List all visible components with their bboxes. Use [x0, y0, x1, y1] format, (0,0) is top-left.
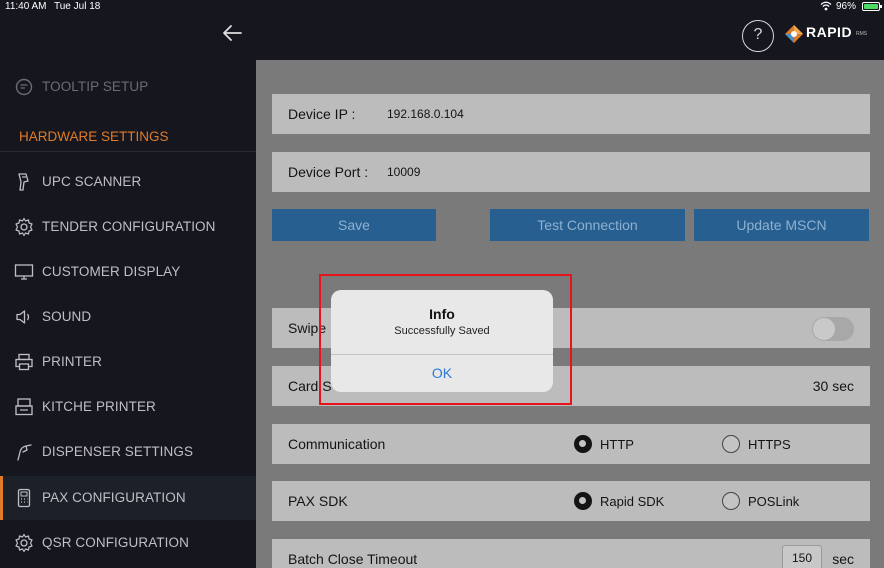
sidebar-item-label: UPC SCANNER: [42, 174, 142, 189]
divider: [0, 151, 256, 152]
batch-close-row: Batch Close Timeout 150 sec: [272, 539, 870, 568]
sidebar-item-dispenser-settings[interactable]: DISPENSER SETTINGS: [0, 430, 256, 474]
sidebar-item-label: DISPENSER SETTINGS: [42, 444, 194, 459]
sidebar-item-label: CUSTOMER DISPLAY: [42, 264, 181, 279]
status-bar: 11:40 AM Tue Jul 18 96%: [0, 0, 884, 14]
rapid-sdk-label: Rapid SDK: [600, 494, 665, 509]
https-label: HTTPS: [748, 437, 791, 452]
rapid-rms-logo: RAPID RMS: [784, 22, 880, 46]
top-header: ? RAPID RMS: [0, 14, 884, 60]
sidebar-item-tender-configuration[interactable]: TENDER CONFIGURATION: [0, 205, 256, 249]
device-ip-input[interactable]: 192.168.0.104: [387, 107, 464, 121]
sidebar-item-printer[interactable]: PRINTER: [0, 340, 256, 384]
device-ip-label: Device IP :: [288, 106, 356, 122]
card-timeout-value[interactable]: 30 sec: [813, 378, 854, 394]
tooltip-icon: [15, 78, 33, 96]
https-radio[interactable]: [722, 435, 740, 453]
test-connection-button[interactable]: Test Connection: [490, 209, 685, 241]
section-title-hardware: HARDWARE SETTINGS: [19, 129, 169, 144]
pax-sdk-row: PAX SDK Rapid SDK POSLink: [272, 481, 870, 521]
logo-mark-icon: [785, 25, 803, 43]
speaker-icon: [16, 310, 30, 324]
gear-icon: [15, 533, 33, 553]
sidebar-item-qsr-configuration[interactable]: QSR CONFIGURATION: [0, 521, 256, 565]
swipe-toggle[interactable]: [812, 317, 854, 341]
sidebar-item-label: SOUND: [42, 309, 92, 324]
highlight-box: [319, 274, 572, 405]
sidebar-item-pax-configuration[interactable]: PAX CONFIGURATION: [0, 476, 256, 520]
logo-text: RAPID: [806, 24, 853, 40]
battery-percent: 96%: [836, 1, 857, 12]
kitchen-printer-icon: [15, 398, 33, 416]
device-ip-row[interactable]: Device IP : 192.168.0.104: [272, 94, 870, 134]
rapid-sdk-radio[interactable]: [574, 492, 592, 510]
communication-row: Communication HTTP HTTPS: [272, 424, 870, 464]
status-date: Tue Jul 18: [54, 1, 101, 12]
sidebar-item-customer-display[interactable]: CUSTOMER DISPLAY: [0, 250, 256, 294]
gear-icon: [15, 217, 33, 237]
sidebar-item-label: TENDER CONFIGURATION: [42, 219, 216, 234]
sidebar-item-sound[interactable]: SOUND: [0, 295, 256, 339]
communication-label: Communication: [288, 436, 386, 452]
sidebar-item-upc-scanner[interactable]: UPC SCANNER: [0, 160, 256, 204]
help-button[interactable]: ?: [742, 20, 774, 52]
sidebar-item-tooltip-setup[interactable]: TOOLTIP SETUP: [0, 65, 256, 109]
status-time: 11:40 AM: [5, 1, 47, 12]
batch-close-input[interactable]: 150: [782, 545, 822, 568]
http-radio[interactable]: [574, 435, 592, 453]
battery-icon: [862, 2, 882, 11]
sidebar-item-label: PRINTER: [42, 354, 102, 369]
batch-close-unit: sec: [832, 551, 854, 567]
poslink-label: POSLink: [748, 494, 800, 509]
device-port-row[interactable]: Device Port : 10009: [272, 152, 870, 192]
poslink-radio[interactable]: [722, 492, 740, 510]
device-port-label: Device Port :: [288, 164, 369, 180]
wifi-icon: [820, 1, 832, 11]
back-arrow-icon[interactable]: [218, 20, 248, 46]
update-mscn-button[interactable]: Update MSCN: [694, 209, 869, 241]
card-terminal-icon: [17, 488, 31, 508]
save-button[interactable]: Save: [272, 209, 436, 241]
sidebar-item-label: PAX CONFIGURATION: [42, 490, 186, 505]
printer-icon: [15, 353, 33, 371]
sidebar-item-label: TOOLTIP SETUP: [42, 79, 149, 94]
pax-sdk-label: PAX SDK: [288, 493, 348, 509]
batch-close-label: Batch Close Timeout: [288, 551, 418, 567]
device-port-input[interactable]: 10009: [387, 165, 420, 179]
sidebar-item-label: QSR CONFIGURATION: [42, 535, 189, 550]
sidebar-item-kitchen-printer[interactable]: KITCHE PRINTER: [0, 385, 256, 429]
sidebar: TOOLTIP SETUP HARDWARE SETTINGS UPC SCAN…: [0, 60, 256, 568]
dispenser-icon: [17, 444, 32, 461]
logo-sub: RMS: [856, 31, 868, 37]
monitor-icon: [14, 264, 34, 280]
sidebar-item-label: KITCHE PRINTER: [42, 399, 156, 414]
http-label: HTTP: [600, 437, 634, 452]
scanner-icon: [18, 173, 29, 191]
